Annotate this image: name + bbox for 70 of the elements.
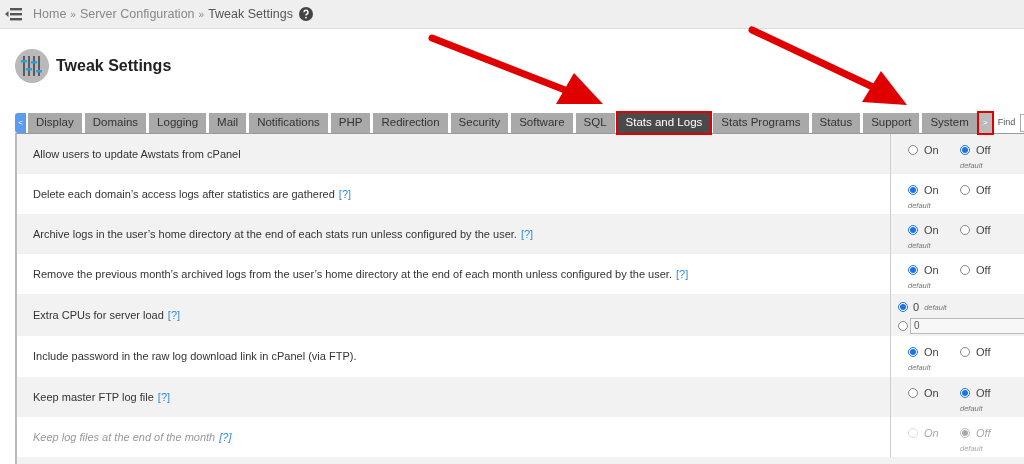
help-link[interactable]: [?] xyxy=(520,225,534,243)
breadcrumb-current: Tweak Settings xyxy=(208,5,293,23)
tab[interactable]: Stats and Logs xyxy=(617,113,711,133)
setting-label: Keep master FTP log file xyxy=(33,389,154,405)
radio-button[interactable] xyxy=(908,185,918,196)
help-link[interactable]: [?] xyxy=(338,185,352,203)
radio-button[interactable] xyxy=(960,347,970,358)
setting-label: Keep log files at the end of the month xyxy=(33,429,216,445)
option-label: Off xyxy=(976,345,991,360)
setting-label: Extra CPUs for server load xyxy=(33,307,164,323)
find-field[interactable] xyxy=(1020,113,1024,132)
breadcrumb-separator: » xyxy=(70,7,76,22)
setting-label: Include password in the raw log download link in cPanel (via FTP). xyxy=(33,349,357,365)
tab-scroll-left-button[interactable]: < xyxy=(15,113,26,133)
radio-button[interactable] xyxy=(960,185,970,196)
tab[interactable]: Security xyxy=(450,113,509,133)
tab[interactable]: Display xyxy=(28,113,82,133)
radio-button[interactable] xyxy=(960,265,970,276)
radio-button[interactable] xyxy=(960,388,970,399)
radio-button[interactable] xyxy=(908,265,918,276)
tab[interactable]: Stats Programs xyxy=(713,113,809,133)
option-label: On xyxy=(924,426,939,441)
page-title: Tweak Settings xyxy=(56,56,172,76)
menu-icon[interactable] xyxy=(5,7,22,21)
tab[interactable]: Software xyxy=(511,113,573,133)
radio-button[interactable] xyxy=(960,145,970,156)
option-label: On xyxy=(924,263,939,278)
help-link[interactable]: [?] xyxy=(157,388,171,406)
find-label: Find xyxy=(997,115,1016,129)
tab[interactable]: Support xyxy=(863,113,920,133)
option-label: On xyxy=(924,183,939,198)
breadcrumb-link[interactable]: Server Configuration xyxy=(79,4,195,24)
setting-label: Archive logs in the user’s home directory at the end of each stats run unless configured by the user. xyxy=(33,226,517,242)
tab[interactable]: PHP xyxy=(330,113,371,133)
radio-button[interactable] xyxy=(908,145,918,156)
tab[interactable]: Domains xyxy=(84,113,147,133)
radio-button[interactable] xyxy=(908,388,918,399)
option-label: Off xyxy=(976,223,991,238)
setting-label: Allow users to update Awstats from cPanel xyxy=(33,146,241,162)
option-label: On xyxy=(924,143,939,158)
radio-button[interactable] xyxy=(960,225,970,236)
option-label: On xyxy=(924,345,939,360)
setting-label: Remove the previous month’s archived logs from the user’s home directory at the end of each month unless configured by the user. xyxy=(33,266,672,282)
tab[interactable]: Redirection xyxy=(373,113,448,133)
option-label: Off xyxy=(976,143,991,158)
tab[interactable]: Mail xyxy=(209,113,247,133)
number-field[interactable]: 0 xyxy=(910,317,1024,334)
option-label: Off xyxy=(976,386,991,401)
radio-button[interactable] xyxy=(898,302,908,313)
option-label: On xyxy=(924,223,939,238)
tab[interactable]: SQL xyxy=(575,113,615,133)
tab[interactable]: System xyxy=(922,113,977,133)
radio-button[interactable] xyxy=(908,225,918,236)
tab[interactable]: Notifications xyxy=(249,113,328,133)
option-label: On xyxy=(924,386,939,401)
sliders-icon xyxy=(15,49,49,83)
breadcrumb-link[interactable]: Home xyxy=(33,4,67,24)
radio-button[interactable] xyxy=(898,320,908,331)
help-icon[interactable] xyxy=(298,7,313,21)
default-value: 0 xyxy=(913,300,920,315)
option-label: Off xyxy=(976,263,991,278)
help-link[interactable]: [?] xyxy=(167,306,181,324)
option-label: Off xyxy=(976,183,991,198)
help-link[interactable]: [?] xyxy=(675,265,689,283)
radio-button[interactable] xyxy=(908,347,918,358)
breadcrumb-separator: » xyxy=(198,7,205,22)
tab[interactable]: Status xyxy=(811,113,861,133)
tab[interactable]: Logging xyxy=(149,113,207,133)
option-label: Off xyxy=(976,426,991,441)
setting-label: Delete each domain’s access logs after statistics are gathered xyxy=(33,186,335,202)
